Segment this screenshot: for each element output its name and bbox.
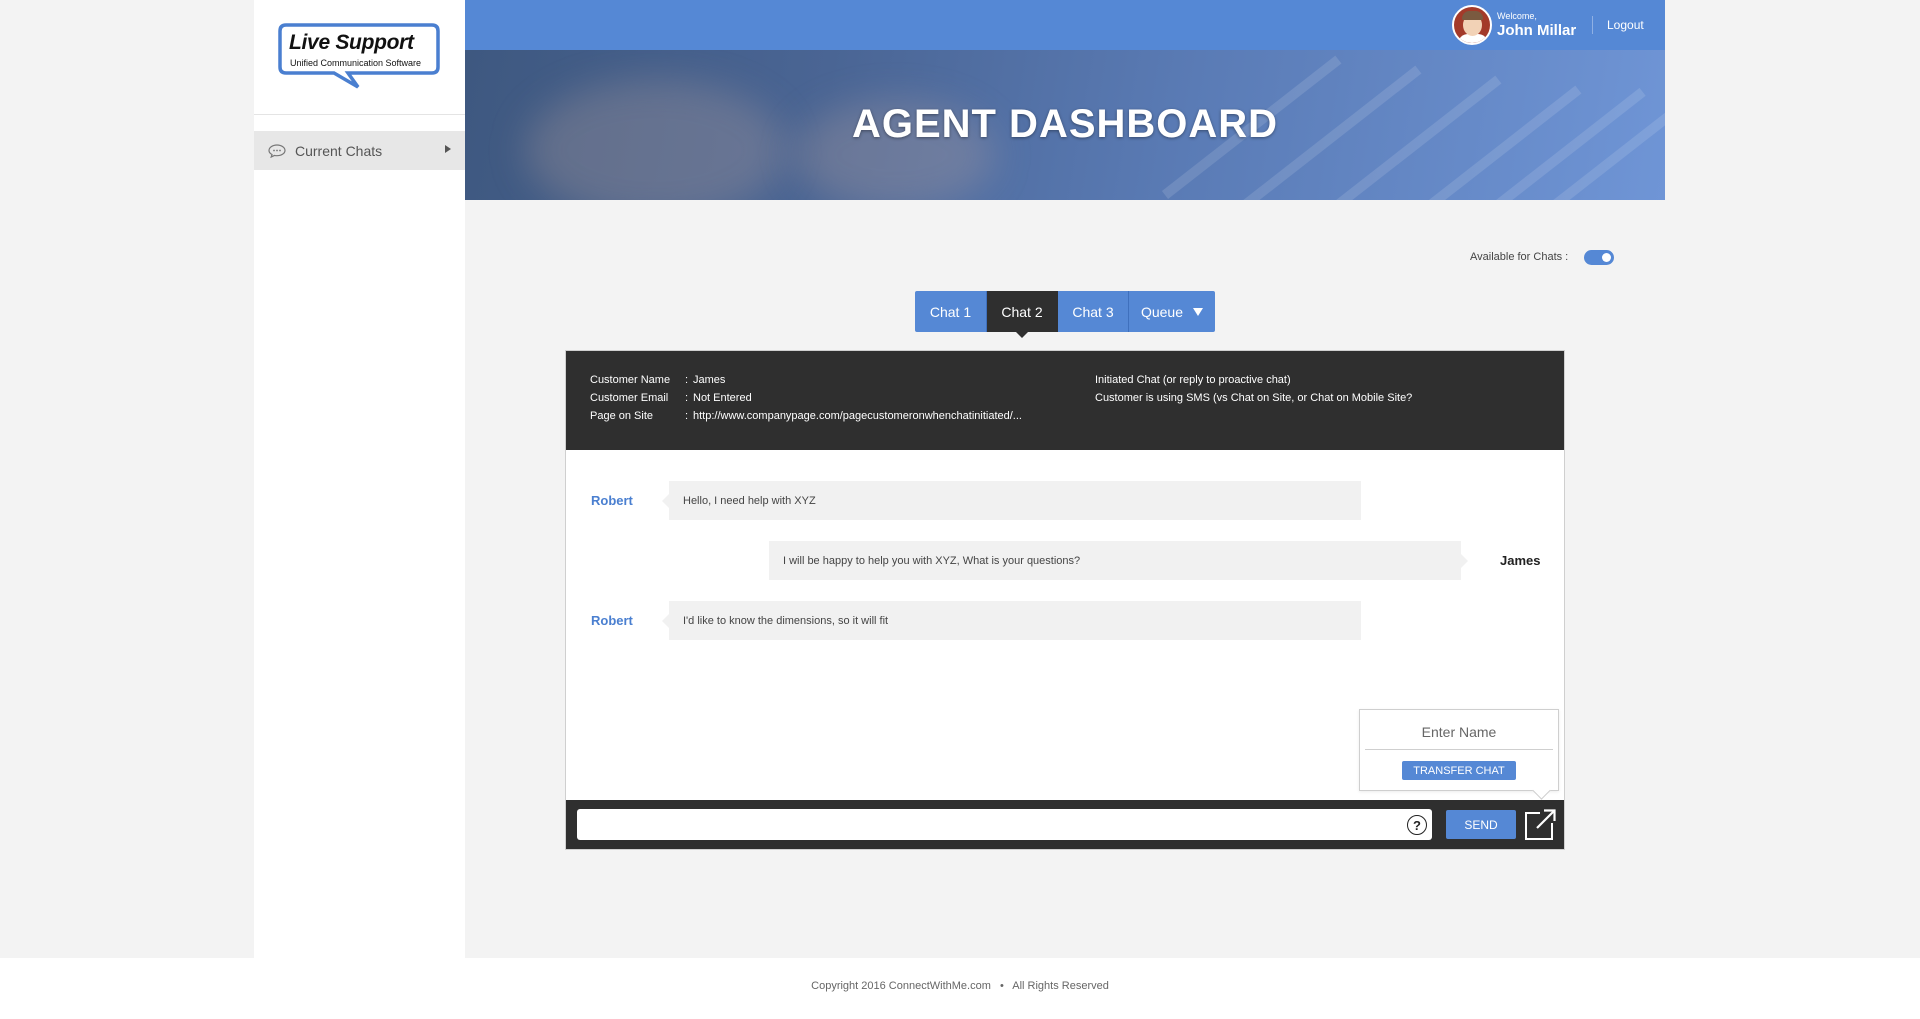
info-key: Customer Email: [590, 392, 669, 404]
customer-info-bar: Customer Name : James Customer Email : N…: [566, 351, 1564, 450]
logout-link[interactable]: Logout: [1607, 18, 1644, 32]
customer-name-row: Customer Name : James: [590, 374, 725, 386]
availability-label: Available for Chats :: [1470, 251, 1569, 263]
info-key: Customer Name: [590, 374, 671, 386]
tab-label: Chat 2: [1001, 303, 1043, 320]
message-sender: Robert: [591, 493, 633, 508]
chevron-right-icon: [445, 145, 451, 153]
message-bubble: I will be happy to help you with XYZ, Wh…: [769, 541, 1468, 580]
page-on-site-row: Page on Site : http://www.companypage.co…: [590, 410, 1022, 422]
page-title: AGENT DASHBOARD: [851, 102, 1279, 146]
chat-initiation-note: Initiated Chat (or reply to proactive ch…: [1095, 374, 1291, 386]
message-text: I will be happy to help you with XYZ, Wh…: [783, 554, 1081, 567]
customer-name-value: James: [693, 374, 726, 386]
header-separator: [1592, 16, 1593, 34]
dashboard-banner: AGENT DASHBOARD: [465, 50, 1665, 200]
transfer-chat-button[interactable]: TRANSFER CHAT: [1402, 761, 1516, 780]
page-on-site-value: http://www.companypage.com/pagecustomero…: [693, 410, 1022, 422]
send-button[interactable]: SEND: [1446, 810, 1516, 839]
logo-subtitle: Unified Communication Software: [290, 58, 422, 68]
logo-title: Live Support: [289, 31, 414, 54]
message-bubble: Hello, I need help with XYZ: [662, 481, 1361, 520]
customer-email-row: Customer Email : Not Entered: [590, 392, 752, 404]
top-bar: Welcome, John Millar Logout: [465, 0, 1665, 50]
tab-label: Chat 1: [929, 303, 972, 320]
customer-channel-note: Customer is using SMS (vs Chat on Site, …: [1095, 392, 1413, 404]
message-text: I'd like to know the dimensions, so it w…: [683, 614, 889, 627]
message-sender: Robert: [591, 613, 633, 628]
info-colon: :: [685, 374, 689, 386]
transfer-chat-popover: TRANSFER CHAT: [1359, 709, 1559, 791]
sidebar-item-label: Current Chats: [295, 142, 383, 159]
info-key: Page on Site: [590, 410, 653, 422]
rights-text: All Rights Reserved: [1012, 980, 1109, 992]
caret-down-icon: [1193, 307, 1204, 316]
transfer-name-input[interactable]: [1365, 715, 1553, 750]
copyright-text: Copyright 2016 ConnectWithMe.com: [811, 980, 991, 992]
footer: Copyright 2016 ConnectWithMe.com • All R…: [0, 958, 1920, 1019]
message-composer: ? SEND: [566, 800, 1564, 849]
info-colon: :: [685, 410, 689, 422]
message-text: Hello, I need help with XYZ: [683, 494, 816, 507]
chat-bubble-icon: [268, 143, 286, 158]
help-icon[interactable]: ?: [1407, 815, 1427, 835]
app-shell: Live Support Unified Communication Softw…: [254, 0, 1665, 958]
chat-panel: Customer Name : James Customer Email : N…: [565, 350, 1565, 850]
tab-chat-2[interactable]: Chat 2: [987, 291, 1058, 338]
user-avatar[interactable]: [1452, 5, 1492, 45]
chat-tabs: Chat 1 Chat 2 Chat 3 Queue: [915, 291, 1215, 338]
tab-queue-dropdown[interactable]: Queue: [1129, 291, 1215, 332]
message-bubble: I'd like to know the dimensions, so it w…: [662, 601, 1361, 640]
tab-label: Chat 3: [1072, 303, 1114, 320]
tab-label: Queue: [1140, 303, 1184, 320]
avatar-hair: [1462, 11, 1483, 20]
live-support-logo[interactable]: Live Support Unified Communication Softw…: [278, 23, 440, 91]
user-name: John Millar: [1497, 22, 1577, 39]
info-colon: :: [685, 392, 689, 404]
message-input[interactable]: [577, 809, 1432, 840]
footer-separator: •: [999, 980, 1004, 992]
sidebar-divider: [254, 114, 465, 115]
popout-icon[interactable]: [1524, 808, 1557, 841]
message-sender: James: [1500, 553, 1541, 568]
sidebar-item-current-chats[interactable]: Current Chats: [254, 131, 465, 170]
tab-chat-3[interactable]: Chat 3: [1058, 291, 1129, 332]
tab-chat-1[interactable]: Chat 1: [915, 291, 987, 332]
availability-toggle[interactable]: [1584, 250, 1614, 265]
toggle-knob: [1602, 253, 1611, 262]
sidebar: Live Support Unified Communication Softw…: [254, 0, 465, 958]
footer-text: Copyright 2016 ConnectWithMe.com • All R…: [0, 980, 1920, 992]
customer-email-value: Not Entered: [693, 392, 752, 404]
welcome-label: Welcome,: [1497, 11, 1537, 21]
